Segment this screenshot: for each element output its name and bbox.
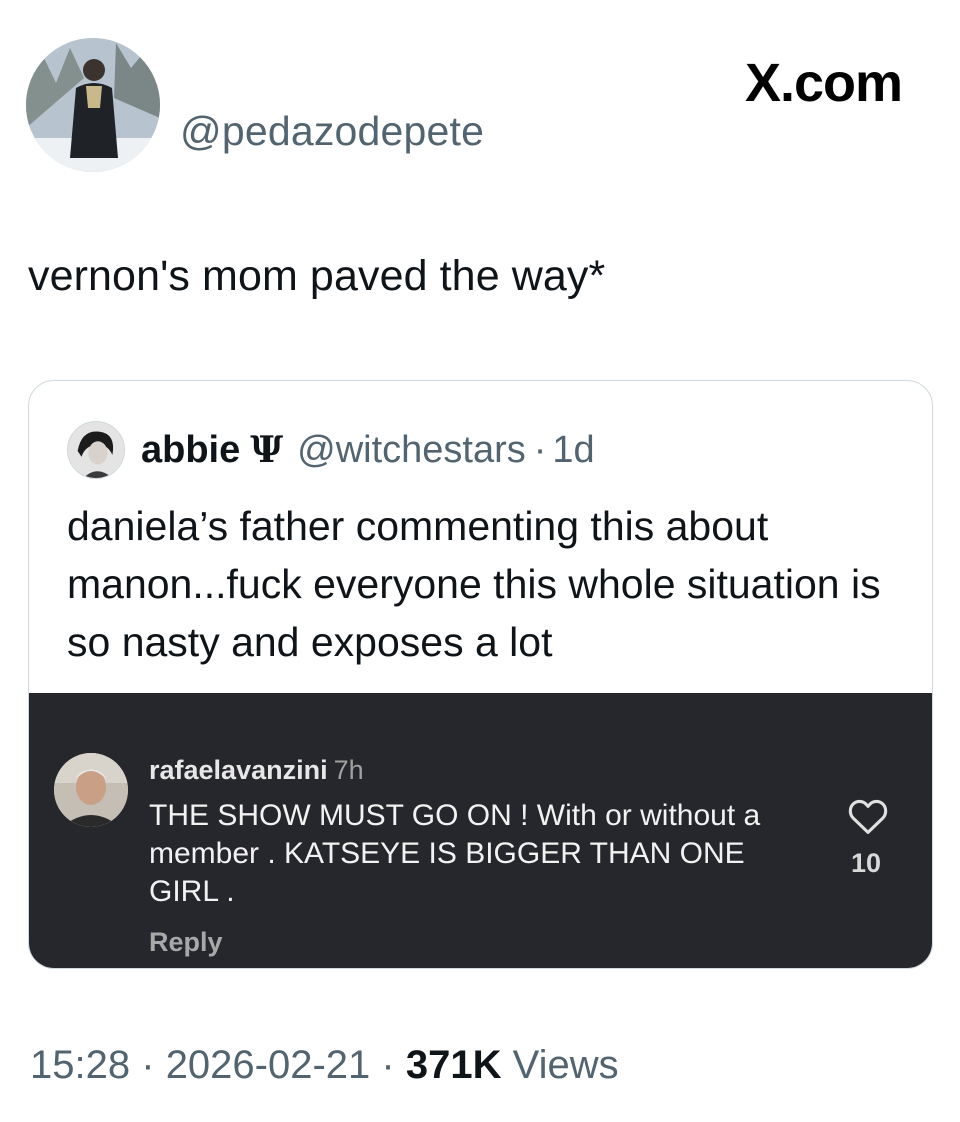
author-avatar[interactable] <box>26 38 160 172</box>
site-brand: X.com <box>744 53 903 113</box>
comment-username: rafaelavanzini 7h <box>149 755 364 786</box>
quote-header: abbie Ψ @witchestars · 1d <box>67 421 595 479</box>
tweet-meta: 15:28 · 2026-02-21 · 371K Views <box>30 1043 619 1088</box>
quote-separator: · <box>533 428 547 471</box>
comment-author-avatar <box>54 753 128 827</box>
quote-text: daniela’s father commenting this about m… <box>67 503 881 665</box>
tweet-date[interactable]: 2026-02-21 <box>166 1043 371 1087</box>
views-label: Views <box>512 1043 619 1087</box>
heart-icon <box>848 799 888 834</box>
quote-timestamp[interactable]: 1d <box>552 429 594 472</box>
meta-separator: · <box>381 1043 395 1087</box>
quote-author-emoji: Ψ <box>250 429 284 471</box>
comment-username-text: rafaelavanzini <box>149 755 328 785</box>
tweet-text: vernon's mom paved the way* <box>28 252 606 300</box>
quote-author-avatar[interactable] <box>67 421 125 479</box>
views-count[interactable]: 371K <box>406 1043 502 1087</box>
comment-text: THE SHOW MUST GO ON ! With or without a … <box>149 799 761 908</box>
comment-like-count: 10 <box>851 848 882 878</box>
comment-reply-label: Reply <box>149 927 223 957</box>
comment-time: 7h <box>333 755 364 785</box>
quote-author-name[interactable]: abbie <box>141 429 240 472</box>
quote-author-handle[interactable]: @witchestars <box>297 429 526 472</box>
quote-tweet-card[interactable]: abbie Ψ @witchestars · 1d daniela’s fath… <box>28 380 933 969</box>
meta-separator: · <box>141 1043 155 1087</box>
embedded-comment-screenshot[interactable]: rafaelavanzini 7h THE SHOW MUST GO ON ! W… <box>29 693 932 968</box>
tweet-time[interactable]: 15:28 <box>30 1043 130 1087</box>
author-handle[interactable]: @pedazodepete <box>180 108 484 155</box>
